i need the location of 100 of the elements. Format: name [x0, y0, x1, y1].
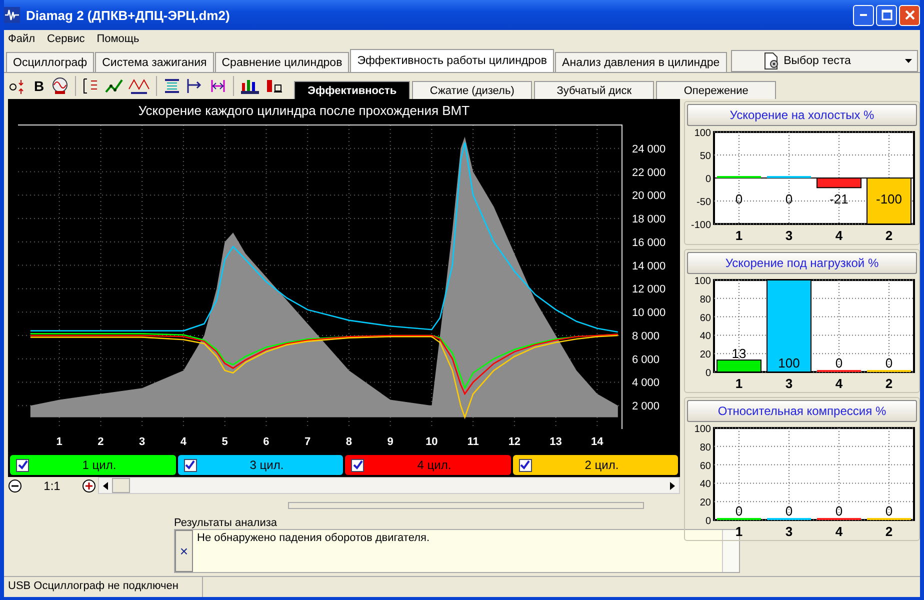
menu-item[interactable]: Файл [8, 33, 36, 47]
axis-label: 3 [785, 376, 793, 391]
menu-item[interactable]: Сервис [47, 33, 85, 47]
sub-tab[interactable]: Зубчатый диск [534, 81, 654, 99]
panel-header[interactable]: Ускорение под нагрузкой % [687, 252, 917, 274]
tab[interactable]: Анализ давления в цилиндре [555, 52, 727, 72]
axis-label: 100 [694, 276, 711, 287]
axis-label: 4 [835, 524, 843, 539]
close-button[interactable] [899, 4, 920, 26]
line-graph-icon[interactable] [104, 77, 124, 95]
zoom-value: 1:1 [42, 478, 62, 492]
axis-label: 4 [835, 376, 843, 391]
cylinder-label: 3 цил. [248, 458, 285, 472]
axis-label: 7 [304, 436, 311, 448]
checkbox[interactable] [351, 458, 364, 472]
checkbox[interactable] [184, 458, 196, 472]
maximize-icon [880, 9, 892, 21]
cylinder-toggle[interactable]: 4 цил. [345, 455, 510, 475]
peak-graph-icon[interactable] [127, 77, 152, 95]
axis-label: 1 [735, 376, 743, 391]
bar-icon[interactable] [264, 77, 284, 95]
axis-label: 2 [885, 524, 893, 539]
axis-label: 6 [263, 436, 270, 448]
maximize-button[interactable] [876, 4, 897, 26]
results-text: Не обнаружено падения оборотов двигателя. [193, 530, 722, 572]
tab[interactable]: Система зажигания [95, 52, 214, 72]
check-icon [352, 460, 362, 470]
axis-label: 20 [700, 350, 711, 361]
axis-label: 80 [700, 442, 711, 454]
document-gear-icon [762, 52, 780, 70]
axis-label: 8 000 [632, 330, 660, 342]
axis-label: 0 [705, 368, 711, 379]
axis-label: 2 [885, 376, 893, 391]
test-select-dropdown[interactable]: Выбор теста [730, 50, 918, 72]
axis-label: 11 [467, 436, 479, 448]
axis-label: 13 [550, 436, 562, 448]
tab[interactable]: Осциллограф [6, 52, 94, 72]
close-button[interactable]: × [175, 530, 193, 572]
axis-label: 10 000 [632, 307, 666, 320]
gauge-icon[interactable] [50, 77, 70, 95]
axis-label: 20 000 [632, 190, 666, 202]
check-icon [18, 460, 28, 470]
axis-label: 2 [885, 228, 893, 243]
zoom-in-icon[interactable] [82, 478, 96, 492]
value-label: 0 [785, 503, 793, 518]
axis-label: 4 [180, 436, 187, 448]
value-label: 0 [835, 355, 843, 370]
axis-label: 4 000 [632, 377, 660, 390]
sub-tab[interactable]: Сжатие (дизель) [412, 81, 532, 99]
axis-label: -50 [696, 197, 711, 208]
panel-header[interactable]: Ускорение на холостых % [687, 104, 917, 126]
value-label: -21 [830, 191, 848, 206]
scroll-right-icon[interactable] [670, 482, 675, 490]
cylinder-toggle[interactable]: 1 цил. [10, 455, 176, 475]
checkbox[interactable] [16, 458, 29, 472]
value-label: 0 [835, 503, 843, 518]
axis-label: 4 [835, 228, 843, 243]
scrollbar[interactable] [98, 477, 680, 494]
cylinder-toggle[interactable]: 3 цил. [178, 455, 343, 475]
scroll-left-icon[interactable] [103, 482, 108, 490]
minimize-button[interactable] [853, 4, 874, 26]
scroll-thumb[interactable] [112, 478, 130, 493]
axis-label: 80 [700, 294, 711, 306]
axis-label: 100 [694, 424, 711, 435]
menu-item[interactable]: Помощь [96, 33, 140, 47]
panel-header[interactable]: Относительная компрессия % [687, 400, 917, 422]
group-title: Результаты анализа [174, 517, 278, 529]
value-label: 0 [735, 503, 743, 518]
tab[interactable]: Сравнение цилиндров [214, 52, 350, 72]
axis-label: 60 [700, 460, 711, 472]
axis-label: 2 [98, 436, 104, 448]
value-label: 0 [735, 191, 743, 206]
axis-label: 6 000 [632, 354, 660, 366]
axis-label: 8 [346, 436, 352, 448]
axis-label: 9 [387, 436, 394, 448]
value-label: 13 [732, 346, 746, 362]
axis-label: 14 000 [632, 260, 666, 272]
status-text: USB Осциллограф не подключен [4, 577, 203, 597]
axis-label: 60 [700, 312, 711, 324]
axis-label: 22 000 [632, 166, 666, 179]
value-label: 0 [885, 503, 893, 518]
checkbox[interactable] [518, 458, 532, 472]
value-label: -100 [876, 191, 902, 206]
check-icon [185, 460, 195, 470]
axis-label: 2 000 [632, 400, 660, 413]
splitter-handle[interactable] [288, 502, 644, 509]
window-title: Diamag 2 (ДПКВ+ДПЦ-ЭРЦ.dm2) [26, 8, 230, 22]
dropdown-arrow-icon [905, 58, 913, 64]
axis-label: 20 [700, 498, 711, 509]
zoom-out-icon[interactable] [8, 478, 22, 492]
sub-tab[interactable]: Опережение [656, 81, 776, 99]
cylinder-toggle[interactable]: 2 цил. [512, 455, 678, 475]
sub-tab[interactable]: Эффективность [294, 81, 410, 99]
tab[interactable]: Эффективность работы цилиндров [350, 49, 554, 72]
axis-label: 5 [222, 436, 228, 448]
axis-label: 12 [508, 436, 521, 448]
axis-label: 100 [694, 128, 711, 139]
check-icon [520, 460, 530, 470]
axis-label: 40 [700, 479, 711, 490]
bold-button[interactable]: B [31, 78, 48, 94]
